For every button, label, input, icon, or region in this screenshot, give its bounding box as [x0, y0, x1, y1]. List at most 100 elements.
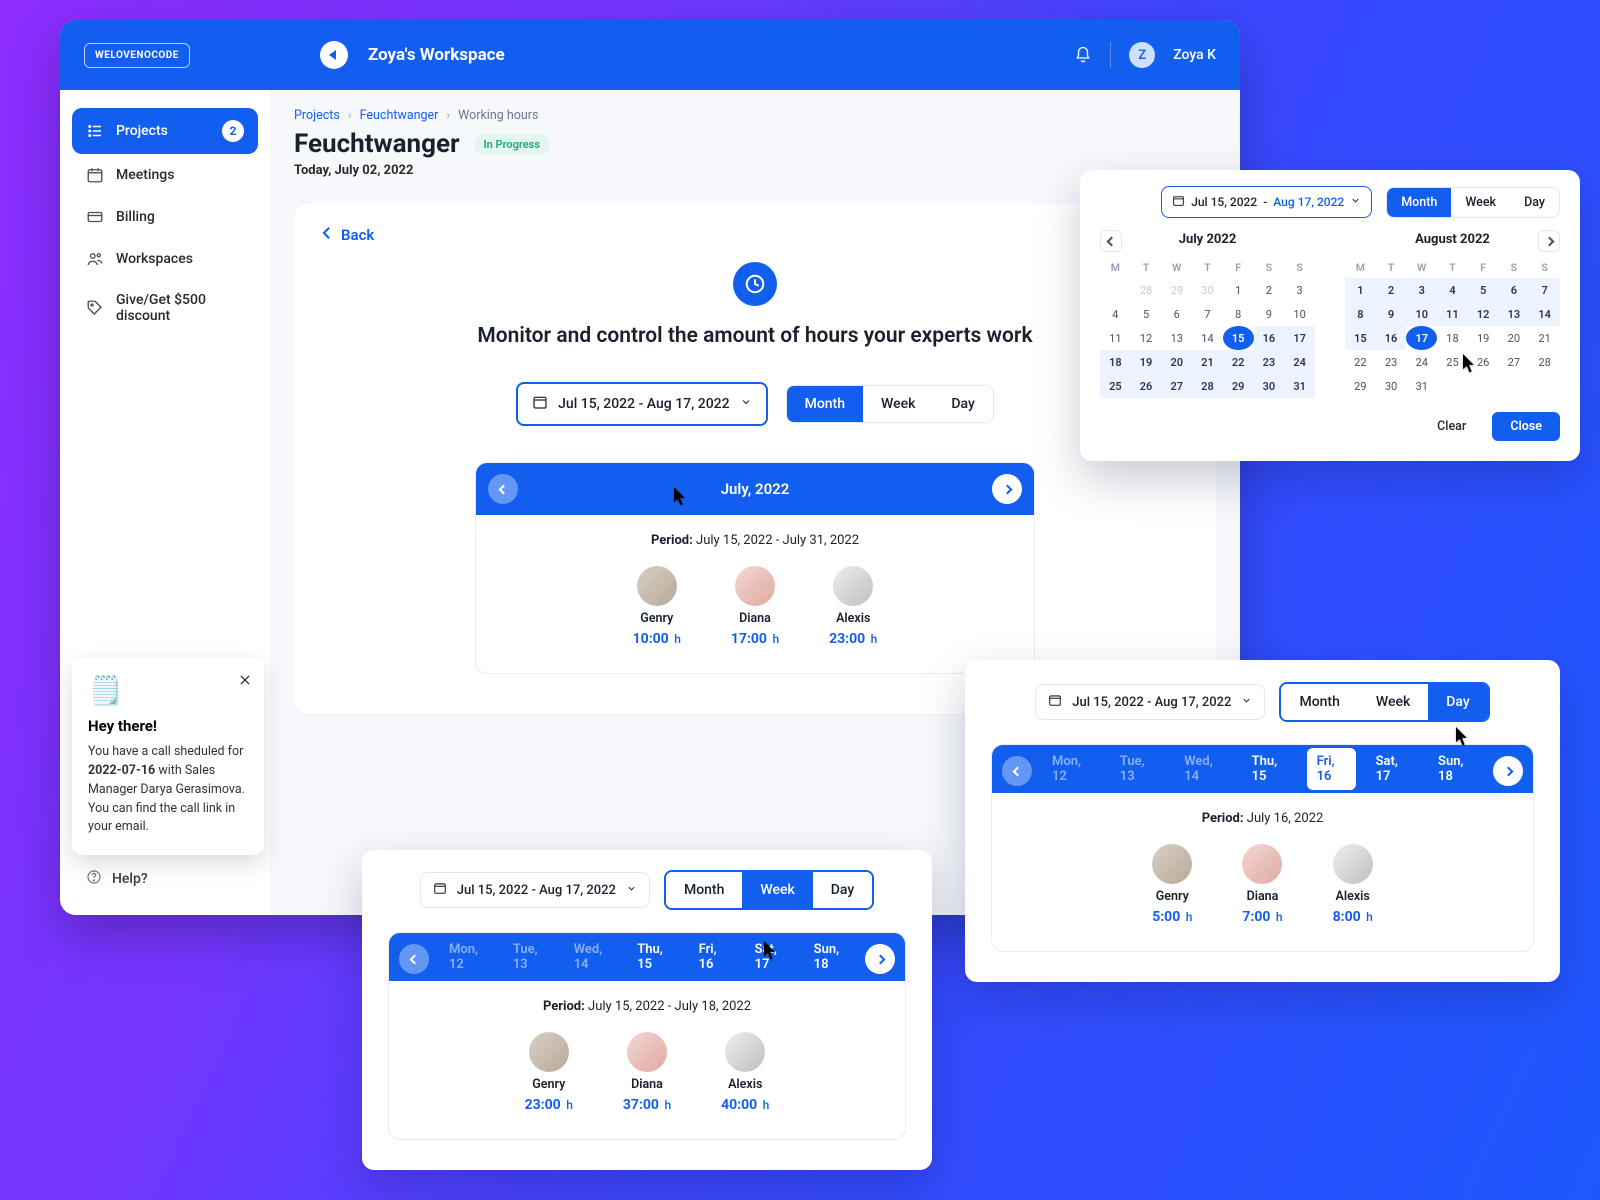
sidebar-item-billing[interactable]: Billing — [72, 196, 258, 238]
day-chip[interactable]: Fri, 16 — [1307, 748, 1356, 790]
sidebar-item-workspaces[interactable]: Workspaces — [72, 238, 258, 280]
calendar-day[interactable]: 16 — [1376, 326, 1407, 350]
next-month-button[interactable] — [992, 474, 1022, 504]
day-chip[interactable]: Sun, 18 — [1428, 748, 1483, 790]
calendar-day[interactable]: 7 — [1192, 302, 1223, 326]
close-button[interactable]: Close — [1492, 412, 1560, 441]
calendar-day[interactable]: 30 — [1192, 278, 1223, 302]
calendar-day[interactable] — [1499, 374, 1530, 398]
calendar-day[interactable]: 26 — [1468, 350, 1499, 374]
calendar-day[interactable]: 26 — [1131, 374, 1162, 398]
calendar-day[interactable]: 25 — [1100, 374, 1131, 398]
crumb-project-name[interactable]: Feuchtwanger — [360, 108, 439, 123]
seg-day[interactable]: Day — [1428, 684, 1487, 720]
seg-week[interactable]: Week — [1358, 684, 1428, 720]
calendar-day[interactable] — [1529, 374, 1560, 398]
calendar-day[interactable]: 23 — [1376, 350, 1407, 374]
calendar-day[interactable]: 18 — [1100, 350, 1131, 374]
day-chip[interactable]: Wed, 14 — [1174, 748, 1231, 790]
calendar-day[interactable]: 27 — [1499, 350, 1530, 374]
calendar-day[interactable]: 27 — [1161, 374, 1192, 398]
day-chip[interactable]: Sat, 17 — [745, 936, 794, 978]
calendar-day[interactable]: 21 — [1192, 350, 1223, 374]
calendar-day[interactable]: 1 — [1345, 278, 1376, 302]
calendar-day[interactable]: 22 — [1345, 350, 1376, 374]
calendar-day[interactable]: 8 — [1223, 302, 1254, 326]
calendar-day[interactable]: 19 — [1468, 326, 1499, 350]
calendar-day[interactable]: 30 — [1376, 374, 1407, 398]
calendar-day[interactable] — [1437, 374, 1468, 398]
calendar-day[interactable]: 4 — [1100, 302, 1131, 326]
calendar-day[interactable]: 6 — [1161, 302, 1192, 326]
calendar-day[interactable]: 17 — [1406, 326, 1437, 350]
seg-month[interactable]: Month — [666, 872, 742, 908]
day-chip[interactable]: Thu, 15 — [627, 936, 678, 978]
calendar-day[interactable]: 3 — [1406, 278, 1437, 302]
sidebar-item-discount[interactable]: Give/Get $500 discount — [72, 280, 258, 336]
calendar-day[interactable]: 14 — [1192, 326, 1223, 350]
calendar-day[interactable]: 31 — [1284, 374, 1315, 398]
calendar-day[interactable]: 1 — [1223, 278, 1254, 302]
calendar-day[interactable]: 11 — [1437, 302, 1468, 326]
seg-month[interactable]: Month — [1281, 684, 1357, 720]
calendar-day[interactable]: 29 — [1161, 278, 1192, 302]
calendar-day[interactable]: 12 — [1468, 302, 1499, 326]
calendar-day[interactable]: 20 — [1161, 350, 1192, 374]
calendar-day[interactable]: 10 — [1284, 302, 1315, 326]
date-range-button[interactable]: Jul 15, 2022 - Aug 17, 2022 — [1035, 684, 1265, 720]
back-link[interactable]: Back — [322, 226, 1188, 244]
calendar-day[interactable]: 25 — [1437, 350, 1468, 374]
calendar-day[interactable]: 2 — [1376, 278, 1407, 302]
calendar-day[interactable]: 8 — [1345, 302, 1376, 326]
day-chip[interactable]: Thu, 15 — [1242, 748, 1297, 790]
calendar-day[interactable]: 29 — [1223, 374, 1254, 398]
seg-day[interactable]: Day — [933, 386, 992, 422]
calendar-day[interactable]: 24 — [1284, 350, 1315, 374]
clear-button[interactable]: Clear — [1421, 412, 1482, 441]
day-chip[interactable]: Fri, 16 — [689, 936, 735, 978]
seg-month[interactable]: Month — [1387, 188, 1451, 217]
calendar-day[interactable]: 21 — [1529, 326, 1560, 350]
calendar-day[interactable]: 15 — [1223, 326, 1254, 350]
calendar-day[interactable]: 14 — [1529, 302, 1560, 326]
calendar-day[interactable]: 5 — [1131, 302, 1162, 326]
day-chip[interactable]: Sun, 18 — [804, 936, 855, 978]
calendar-day[interactable]: 9 — [1376, 302, 1407, 326]
calendar-day[interactable]: 7 — [1529, 278, 1560, 302]
crumb-projects[interactable]: Projects — [294, 108, 340, 123]
date-range-button[interactable]: Jul 15, 2022 - Aug 17, 2022 — [1161, 186, 1372, 218]
calendar-day[interactable]: 12 — [1131, 326, 1162, 350]
seg-day[interactable]: Day — [1510, 188, 1559, 217]
day-chip[interactable]: Tue, 13 — [503, 936, 554, 978]
avatar[interactable]: Z — [1129, 42, 1155, 68]
close-icon[interactable] — [238, 672, 252, 691]
calendar-day[interactable]: 28 — [1529, 350, 1560, 374]
calendar-day[interactable]: 31 — [1406, 374, 1437, 398]
calendar-grid[interactable]: MTWTFSS123456789101112131415161718192021… — [1345, 257, 1560, 398]
seg-week[interactable]: Week — [1451, 188, 1510, 217]
day-chip[interactable]: Wed, 14 — [564, 936, 618, 978]
back-arrow-button[interactable] — [320, 41, 348, 69]
calendar-day[interactable]: 4 — [1437, 278, 1468, 302]
calendar-day[interactable]: 9 — [1254, 302, 1285, 326]
calendar-day[interactable]: 11 — [1100, 326, 1131, 350]
bell-icon[interactable] — [1074, 46, 1092, 64]
seg-week[interactable]: Week — [742, 872, 812, 908]
calendar-day[interactable]: 20 — [1499, 326, 1530, 350]
date-range-button[interactable]: Jul 15, 2022 - Aug 17, 2022 — [516, 382, 767, 426]
next-week-button[interactable] — [865, 944, 895, 974]
calendar-day[interactable]: 19 — [1131, 350, 1162, 374]
calendar-day[interactable] — [1100, 278, 1131, 302]
calendar-day[interactable]: 10 — [1406, 302, 1437, 326]
calendar-day[interactable]: 17 — [1284, 326, 1315, 350]
calendar-day[interactable]: 28 — [1131, 278, 1162, 302]
cal-next-button[interactable] — [1538, 230, 1560, 252]
calendar-day[interactable]: 18 — [1437, 326, 1468, 350]
cal-prev-button[interactable] — [1100, 230, 1122, 252]
sidebar-item-meetings[interactable]: Meetings — [72, 154, 258, 196]
calendar-day[interactable] — [1468, 374, 1499, 398]
calendar-day[interactable]: 24 — [1406, 350, 1437, 374]
calendar-day[interactable]: 29 — [1345, 374, 1376, 398]
calendar-day[interactable]: 23 — [1254, 350, 1285, 374]
date-range-button[interactable]: Jul 15, 2022 - Aug 17, 2022 — [420, 872, 650, 908]
